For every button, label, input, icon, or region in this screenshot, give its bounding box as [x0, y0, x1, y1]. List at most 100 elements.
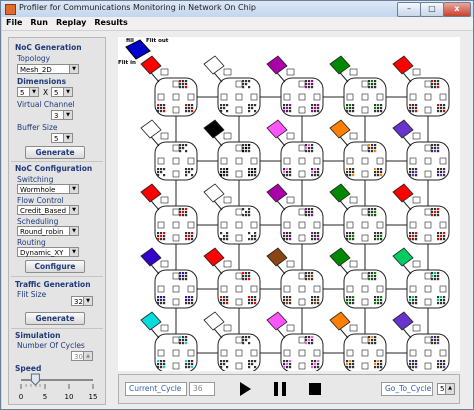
router	[266, 119, 324, 181]
vc-slot	[440, 296, 443, 299]
port-buffer	[424, 349, 432, 357]
vc-slot	[248, 110, 251, 113]
flit-size-select[interactable]: 32 ▼	[71, 296, 93, 306]
flow-control-value: Credit_Based	[20, 207, 67, 215]
vc-slot	[254, 302, 257, 305]
vc-slot	[443, 174, 446, 177]
vc-slot	[163, 232, 166, 235]
buffer-indicator	[349, 196, 358, 204]
port-buffer	[220, 285, 228, 293]
vc-slot	[191, 232, 194, 235]
chevron-down-icon: ▼	[69, 185, 78, 193]
menu-run[interactable]: Run	[26, 17, 52, 28]
vc-slot	[185, 110, 188, 113]
vc-slot	[254, 104, 257, 107]
buffer-indicator	[223, 132, 232, 140]
vc-slot	[286, 235, 289, 238]
vc-slot	[374, 214, 377, 217]
slider-thumb[interactable]	[30, 373, 40, 386]
buffer-indicator	[286, 196, 295, 204]
vc-slot	[185, 238, 188, 241]
flow-control-label: Flow Control	[17, 196, 64, 205]
vc-slot	[346, 302, 349, 305]
vc-slot	[371, 150, 374, 153]
chevron-down-icon: ▼	[63, 111, 72, 119]
port-buffer	[235, 298, 243, 306]
vc-slot	[314, 296, 317, 299]
vc-slot	[160, 235, 163, 238]
topology-select[interactable]: Mesh_2D ▼	[17, 64, 79, 74]
vc-slot	[317, 235, 320, 238]
vc-slot	[245, 214, 248, 217]
vc-slot	[220, 360, 223, 363]
processing-element	[392, 119, 414, 139]
port-buffer	[298, 106, 306, 114]
generate-noc-button[interactable]: Generate	[25, 146, 85, 159]
vc-slot	[191, 238, 194, 241]
vc-slot	[179, 144, 182, 147]
vc-slot	[191, 299, 194, 302]
vc-slot	[437, 366, 440, 369]
pause-button[interactable]	[272, 380, 288, 398]
routing-select[interactable]: Dynamic_XY ▼	[17, 247, 79, 257]
menu-replay[interactable]: Replay	[52, 17, 90, 28]
processing-element	[140, 183, 162, 203]
vc-slot	[371, 144, 374, 147]
spinner-arrows-icon: ▲	[83, 352, 92, 360]
menu-file[interactable]: File	[2, 17, 26, 28]
vc-slot	[311, 110, 314, 113]
vc-slot	[185, 107, 188, 110]
vc-slot	[368, 336, 371, 339]
minimize-button[interactable]: –	[397, 2, 421, 17]
stop-button[interactable]	[307, 380, 323, 398]
vc-slot	[415, 168, 418, 171]
switching-select[interactable]: Wormhole ▼	[17, 184, 79, 194]
chevron-down-icon: ▼	[69, 227, 78, 235]
vc-slot	[374, 339, 377, 342]
goto-cycle-spinner[interactable]: 5 ▲	[437, 383, 455, 395]
vc-slot	[409, 232, 412, 235]
cycles-spinner[interactable]: 300 ▲	[71, 351, 93, 361]
vc-slot	[254, 110, 257, 113]
dim-y-select[interactable]: 5 ▼	[51, 87, 73, 97]
vc-slot	[311, 144, 314, 147]
vc-slot	[185, 232, 188, 235]
vc-slot	[434, 86, 437, 89]
port-buffer	[298, 80, 306, 88]
menu-results[interactable]: Results	[90, 17, 131, 28]
port-buffer	[298, 93, 306, 101]
vc-slot	[163, 168, 166, 171]
vc-slot	[380, 366, 383, 369]
flow-control-select[interactable]: Credit_Based ▼	[17, 205, 79, 215]
speed-slider[interactable]: 0 5 10 15	[13, 372, 101, 402]
vc-slot	[311, 214, 314, 217]
vc-slot	[289, 296, 292, 299]
vc-slot	[314, 360, 317, 363]
vc-slot	[374, 110, 377, 113]
vc-slot	[289, 104, 292, 107]
vc-slot	[437, 336, 440, 339]
vc-slot	[346, 296, 349, 299]
scheduling-select[interactable]: Round_robin ▼	[17, 226, 79, 236]
close-button[interactable]: x	[443, 2, 471, 17]
vc-slot	[440, 363, 443, 366]
vc-slot	[368, 342, 371, 345]
vc-slot	[371, 336, 374, 339]
configure-button[interactable]: Configure	[25, 260, 85, 273]
vc-slot	[188, 296, 191, 299]
vc-slot	[185, 211, 188, 214]
generate-traffic-button[interactable]: Generate	[25, 312, 85, 325]
play-button[interactable]	[237, 380, 253, 398]
dim-x-select[interactable]: 5 ▼	[17, 87, 39, 97]
maximize-button[interactable]: □	[420, 2, 444, 17]
port-buffer	[187, 349, 195, 357]
port-buffer	[439, 349, 447, 357]
port-buffer	[283, 349, 291, 357]
vc-slot	[308, 339, 311, 342]
vc-slot	[251, 366, 254, 369]
router	[203, 247, 261, 309]
virtual-channel-select[interactable]: 3 ▼	[51, 110, 73, 120]
buffer-size-select[interactable]: 5 ▼	[51, 133, 73, 143]
vc-slot	[223, 174, 226, 177]
vc-slot	[380, 360, 383, 363]
